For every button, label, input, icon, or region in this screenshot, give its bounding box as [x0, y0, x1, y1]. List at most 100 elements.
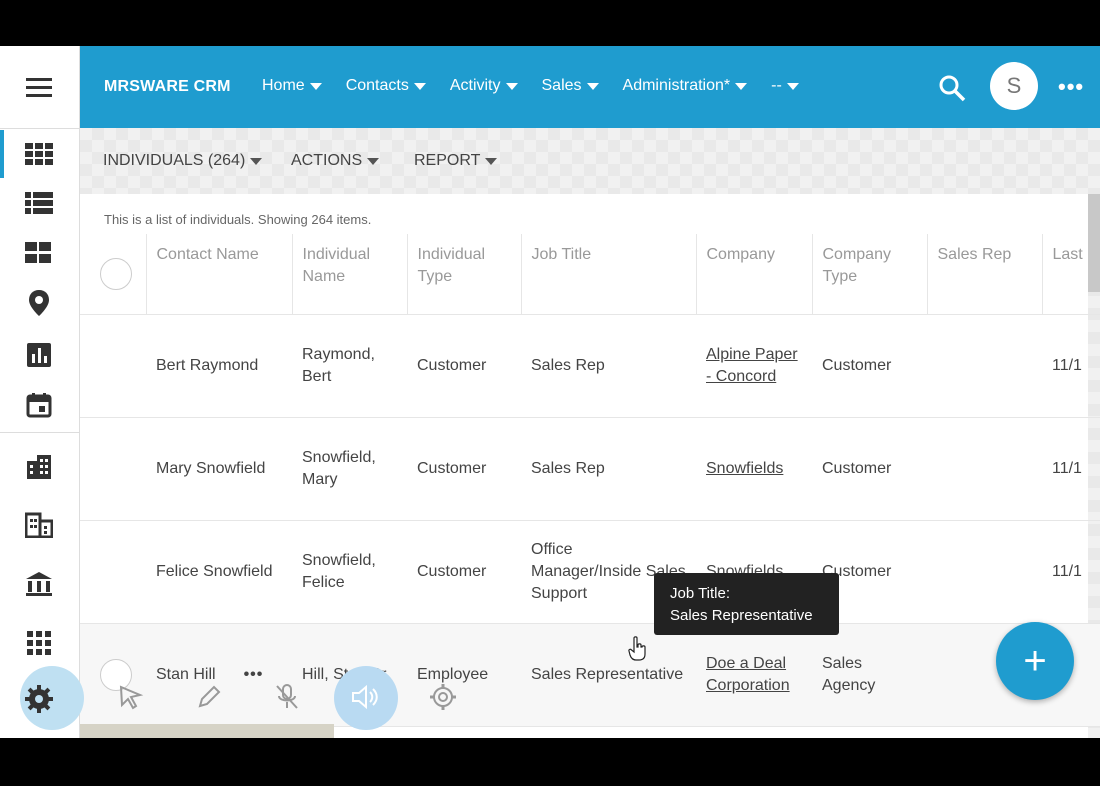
app-window: MRSWARE CRM Home Contacts Activity Sales… — [0, 46, 1100, 738]
job-title-tooltip: Job Title: Sales Representative — [654, 573, 839, 635]
company-link[interactable]: Doe a Deal Corporation — [706, 655, 790, 694]
speaker-icon[interactable] — [350, 682, 380, 712]
select-cell — [80, 314, 146, 418]
select-all-checkbox[interactable] — [100, 257, 132, 290]
last-cell: 11/1 — [1042, 314, 1100, 418]
individual-type-cell: Customer — [407, 520, 521, 624]
company-link[interactable]: Alpine Paper - Concord — [706, 346, 798, 385]
chevron-down-icon — [250, 157, 263, 165]
nav-sales-label: Sales — [541, 77, 582, 94]
map-pin-icon[interactable] — [24, 288, 54, 318]
calendar-icon[interactable] — [24, 390, 54, 420]
nav-sales[interactable]: Sales — [542, 77, 599, 95]
column-header[interactable]: Company Type — [812, 234, 928, 315]
rail-divider — [0, 128, 80, 129]
chevron-down-icon — [735, 82, 748, 90]
table-row[interactable]: Mary Snowfield Snowfield, Mary Customer … — [80, 417, 1100, 521]
rail-active-indicator — [0, 130, 4, 178]
nav-contacts[interactable]: Contacts — [346, 77, 426, 95]
chevron-down-icon — [367, 157, 380, 165]
tiles-view-icon[interactable] — [24, 238, 54, 268]
last-cell: 11/1 — [1042, 520, 1100, 624]
rail-divider — [0, 432, 80, 433]
chevron-down-icon — [309, 82, 322, 90]
nav-administration[interactable]: Administration* — [623, 77, 748, 95]
nav-home[interactable]: Home — [262, 77, 322, 95]
nav-home-label: Home — [262, 77, 305, 94]
pencil-icon[interactable] — [194, 682, 224, 712]
grid-view-icon[interactable] — [24, 139, 54, 169]
last-cell: 11/1 — [1042, 417, 1100, 521]
chevron-down-icon — [413, 82, 426, 90]
list-view-icon[interactable] — [24, 188, 54, 218]
contact-name-cell[interactable]: Felice Snowfield — [146, 520, 292, 624]
chevron-down-icon — [786, 82, 799, 90]
chevron-down-icon — [586, 82, 599, 90]
column-header[interactable]: Job Title — [521, 234, 697, 315]
individuals-dropdown[interactable]: INDIVIDUALS (264) — [103, 152, 263, 170]
hamburger-menu-icon[interactable] — [24, 72, 54, 102]
company-link[interactable]: Snowfields — [706, 460, 783, 477]
individual-name-cell: Snowfield, Felice — [292, 520, 407, 624]
select-cell — [80, 520, 146, 624]
annotation-toolbar — [20, 666, 480, 730]
avatar[interactable]: S — [990, 62, 1038, 110]
column-header[interactable]: Individual Name — [292, 234, 408, 315]
content-area: INDIVIDUALS (264) ACTIONS REPORT This is… — [80, 128, 1100, 738]
sales-rep-cell — [927, 520, 1042, 624]
main-nav: Home Contacts Activity Sales Administrat… — [262, 77, 823, 95]
add-button[interactable]: + — [996, 622, 1074, 700]
apps-icon[interactable] — [24, 628, 54, 658]
bank-icon[interactable] — [24, 569, 54, 599]
individual-type-cell: Customer — [407, 417, 521, 521]
company-cell: Snowfields — [696, 417, 812, 521]
settings-gear-icon[interactable] — [24, 684, 54, 714]
column-header[interactable]: Sales Rep — [927, 234, 1043, 315]
job-title-cell: Sales Representative — [521, 623, 696, 727]
individual-name-cell: Snowfield, Mary — [292, 417, 407, 521]
column-header[interactable]: Company — [696, 234, 813, 315]
report-label: REPORT — [414, 152, 481, 169]
vertical-scrollbar[interactable] — [1088, 194, 1100, 292]
table-row[interactable]: Bert Raymond Raymond, Bert Customer Sale… — [80, 314, 1100, 418]
nav-extra[interactable]: -- — [771, 77, 799, 95]
buildings-icon[interactable] — [24, 451, 54, 481]
list-description: This is a list of individuals. Showing 2… — [104, 212, 372, 227]
sales-rep-cell — [927, 314, 1042, 418]
individual-type-cell: Customer — [407, 314, 521, 418]
job-title-cell: Sales Rep — [521, 314, 696, 418]
table-row[interactable]: Felice Snowfield Snowfield, Felice Custo… — [80, 520, 1100, 624]
actions-dropdown[interactable]: ACTIONS — [291, 152, 380, 170]
company-icon[interactable] — [24, 510, 54, 540]
tooltip-label: Job Title: — [670, 585, 731, 602]
mic-muted-icon[interactable] — [272, 682, 302, 712]
chevron-down-icon — [505, 82, 518, 90]
company-type-cell: Customer — [812, 314, 927, 418]
chevron-down-icon — [485, 157, 498, 165]
chart-icon[interactable] — [24, 340, 54, 370]
column-header[interactable]: Contact Name — [146, 234, 293, 315]
search-icon[interactable] — [938, 74, 966, 102]
cog-icon[interactable] — [428, 682, 458, 712]
select-all-cell — [80, 234, 147, 315]
nav-contacts-label: Contacts — [345, 77, 409, 94]
contact-name-cell[interactable]: Bert Raymond — [146, 314, 292, 418]
company-cell: Doe a Deal Corporation — [696, 623, 812, 727]
brand-logo[interactable]: MRSWARE CRM — [104, 78, 231, 96]
more-options-icon[interactable]: ••• — [1058, 74, 1084, 100]
table-header-row: Contact Name Individual Name Individual … — [80, 234, 1100, 315]
company-type-cell: Sales Agency — [812, 623, 927, 727]
report-dropdown[interactable]: REPORT — [414, 152, 498, 170]
job-title-cell: Sales Rep — [521, 417, 696, 521]
list-panel: This is a list of individuals. Showing 2… — [80, 194, 1100, 738]
contact-name-cell[interactable]: Mary Snowfield — [146, 417, 292, 521]
nav-administration-label: Administration* — [622, 77, 731, 94]
column-header[interactable]: Individual Type — [407, 234, 522, 315]
list-toolbar: INDIVIDUALS (264) ACTIONS REPORT — [80, 128, 1100, 192]
individuals-label: INDIVIDUALS (264) — [103, 152, 246, 169]
company-type-cell: Customer — [812, 417, 927, 521]
nav-activity[interactable]: Activity — [450, 77, 518, 95]
pointer-icon[interactable] — [116, 682, 146, 712]
nav-activity-label: Activity — [449, 77, 501, 94]
left-rail — [0, 46, 80, 738]
